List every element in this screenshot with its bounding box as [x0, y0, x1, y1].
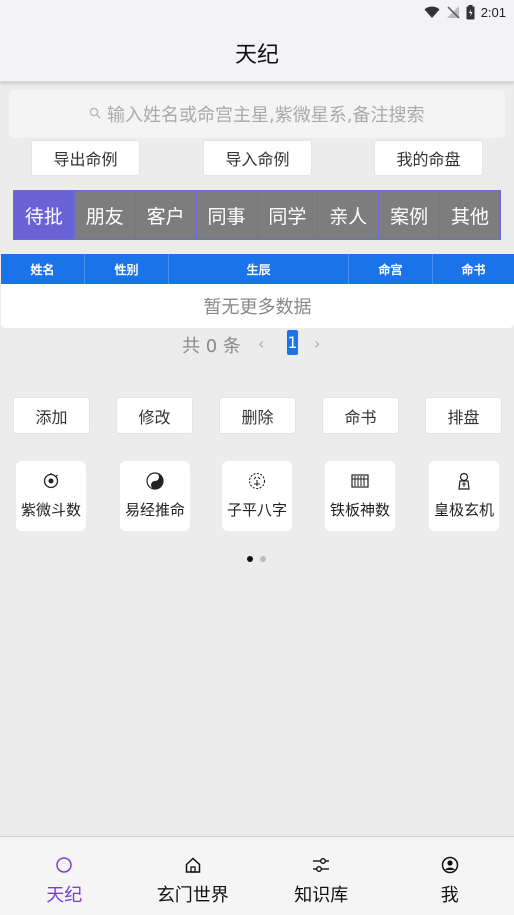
search-input[interactable]: 输入姓名或命宫主星,紫微星系,备注搜索 [9, 90, 505, 138]
abacus-icon [351, 474, 369, 488]
empty-message: 暂无更多数据 [203, 297, 312, 318]
tab-pending[interactable]: 待批 [14, 191, 75, 239]
pagination: 共 0 条 ‹ 1 › [0, 328, 514, 358]
nav-knowledge-base[interactable]: 知识库 [257, 837, 386, 915]
no-signal-icon [446, 6, 460, 19]
wifi-icon [424, 6, 440, 18]
tool-tieban[interactable]: 铁板神数 [325, 461, 395, 531]
delete-button[interactable]: 删除 [219, 397, 296, 434]
tab-friends[interactable]: 朋友 [74, 191, 136, 239]
current-page[interactable]: 1 [287, 330, 298, 355]
tab-classmates[interactable]: 同学 [257, 191, 319, 239]
status-bar: 2:01 [0, 0, 514, 24]
taiji-icon [146, 472, 164, 490]
sliders-icon [313, 858, 330, 872]
tab-cases[interactable]: 案例 [379, 191, 441, 239]
carousel-indicator [247, 556, 266, 562]
circle-icon [56, 857, 72, 873]
records-table: 姓名 性别 生辰 命宫 命书 暂无更多数据 [1, 254, 514, 328]
arrange-chart-button[interactable]: 排盘 [425, 397, 502, 434]
add-button[interactable]: 添加 [13, 397, 90, 434]
bazi-icon [248, 472, 266, 490]
tool-yijing[interactable]: 易经推命 [120, 461, 190, 531]
nav-label: 知识库 [294, 885, 349, 906]
nav-tianji[interactable]: 天纪 [0, 837, 129, 915]
column-gender[interactable]: 性别 [85, 254, 169, 284]
tab-others[interactable]: 其他 [440, 191, 500, 239]
app-bar: 天纪 [0, 24, 514, 82]
table-header: 姓名 性别 生辰 命宫 命书 [1, 254, 514, 284]
ziwei-icon [43, 473, 59, 489]
tool-label: 子平八字 [226, 501, 287, 519]
tool-label: 皇极玄机 [433, 501, 494, 519]
search-placeholder: 输入姓名或命宫主星,紫微星系,备注搜索 [107, 105, 425, 126]
tool-huangji[interactable]: 皇极玄机 [429, 461, 499, 531]
column-birth-time[interactable]: 生辰 [169, 254, 349, 284]
tool-label: 易经推命 [124, 501, 185, 519]
my-chart-button[interactable]: 我的命盘 [374, 140, 483, 176]
tool-bazi[interactable]: 子平八字 [222, 461, 292, 531]
import-cases-button[interactable]: 导入命例 [203, 140, 312, 176]
search-icon [89, 107, 101, 119]
column-destiny-book[interactable]: 命书 [433, 254, 514, 284]
prev-page-button[interactable]: ‹ [258, 334, 264, 353]
nav-xuanmen-world[interactable]: 玄门世界 [129, 837, 258, 915]
tool-label: 紫微斗数 [20, 501, 81, 519]
bottom-nav: 天纪 玄门世界 知识库 我 [0, 836, 514, 915]
nav-me[interactable]: 我 [386, 837, 514, 915]
status-time: 2:01 [480, 4, 506, 20]
tool-ziwei[interactable]: 紫微斗数 [16, 461, 86, 531]
next-page-button[interactable]: › [314, 334, 320, 353]
home-icon [185, 857, 200, 873]
export-cases-button[interactable]: 导出命例 [31, 140, 140, 176]
tab-clients[interactable]: 客户 [135, 191, 197, 239]
nav-label: 天纪 [46, 885, 83, 906]
pagination-total: 共 0 条 [182, 336, 241, 357]
battery-icon [466, 4, 475, 19]
destiny-book-button[interactable]: 命书 [322, 397, 399, 434]
column-name[interactable]: 姓名 [1, 254, 85, 284]
nav-label: 玄门世界 [156, 885, 229, 906]
carousel-dot[interactable] [260, 556, 266, 562]
tool-label: 铁板神数 [329, 501, 390, 519]
column-life-palace[interactable]: 命宫 [349, 254, 433, 284]
page-title: 天纪 [234, 42, 279, 68]
nav-label: 我 [440, 885, 459, 906]
tab-relatives[interactable]: 亲人 [318, 191, 380, 239]
carousel-dot[interactable] [247, 556, 253, 562]
tab-colleagues[interactable]: 同事 [196, 191, 258, 239]
user-icon [441, 856, 458, 874]
status-icons: 2:01 [424, 3, 506, 21]
category-tabs: 待批 朋友 客户 同事 同学 亲人 案例 其他 [13, 190, 501, 240]
edit-button[interactable]: 修改 [116, 397, 193, 434]
sage-icon [458, 472, 470, 490]
